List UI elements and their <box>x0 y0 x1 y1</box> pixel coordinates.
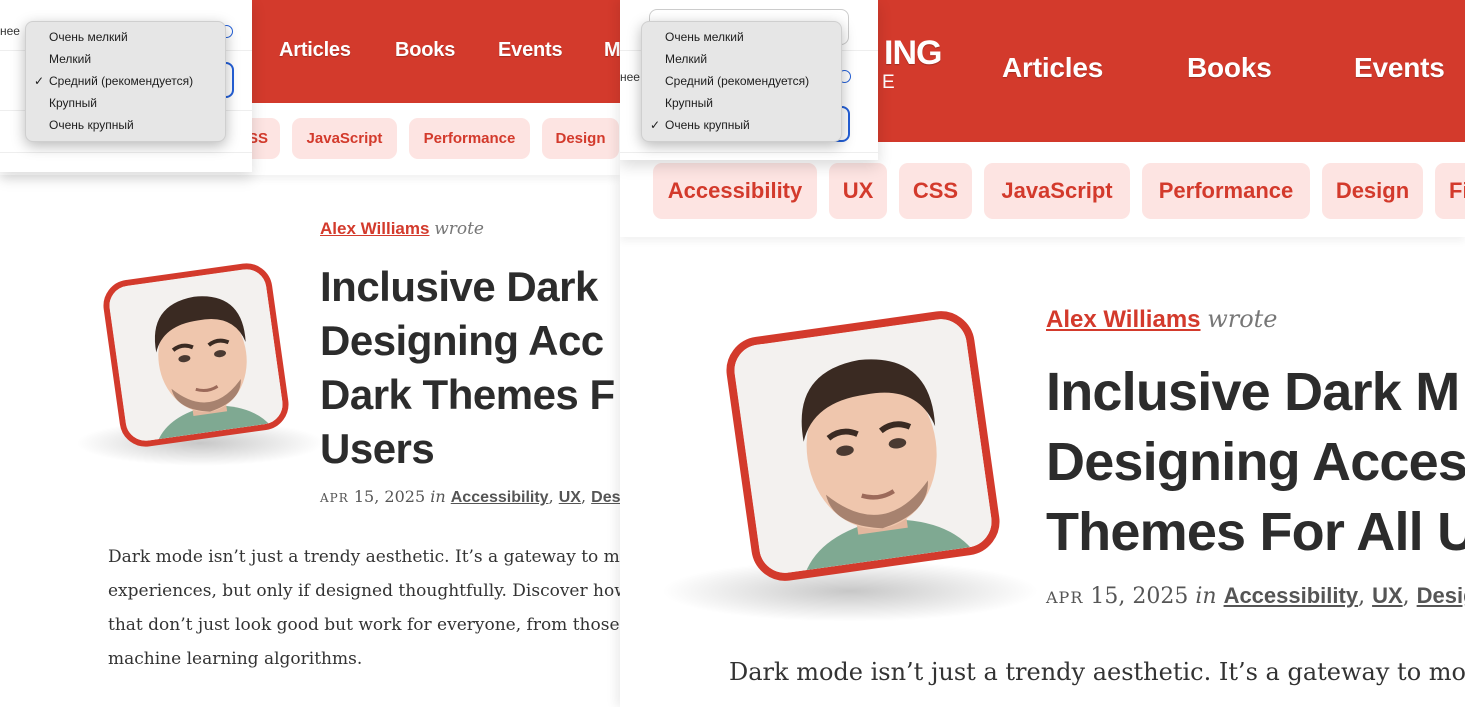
nav-books[interactable]: Books <box>395 39 455 62</box>
byline: Alex Williams wrote <box>320 219 484 239</box>
nav-more-partial[interactable]: M <box>604 39 620 62</box>
category-accessibility[interactable]: Accessibility <box>451 489 549 506</box>
font-size-option-large[interactable]: Крупный <box>642 92 841 114</box>
tag-css[interactable]: CSS <box>899 163 972 219</box>
article-meta: APR 15, 2025 in Accessibility, UX, Desig <box>1046 583 1465 609</box>
settings-label-partial: нее <box>0 24 20 38</box>
category-design[interactable]: Desi <box>591 489 620 506</box>
nav-articles[interactable]: Articles <box>1002 52 1103 84</box>
tag-performance[interactable]: Performance <box>409 118 530 159</box>
checkmark-icon: ✓ <box>34 74 45 88</box>
author-avatar[interactable] <box>722 306 1004 586</box>
font-size-dropdown-menu: Очень мелкий Мелкий ✓ Средний (рекомендуе… <box>25 21 226 142</box>
author-avatar[interactable] <box>100 259 292 451</box>
nav-books[interactable]: Books <box>1187 52 1272 84</box>
article-title[interactable]: Inclusive Dark Designing Acc Dark Themes… <box>320 260 615 476</box>
tag-javascript[interactable]: JavaScript <box>292 118 397 159</box>
tag-design[interactable]: Design <box>542 118 619 159</box>
wrote-label: wrote <box>434 219 484 239</box>
author-link[interactable]: Alex Williams <box>320 219 429 238</box>
font-size-option-xsmall[interactable]: Очень мелкий <box>26 26 225 48</box>
article-excerpt: Dark mode isn’t just a trendy aesthetic.… <box>729 658 1465 686</box>
checkmark-icon: ✓ <box>650 118 661 132</box>
category-accessibility[interactable]: Accessibility <box>1224 583 1359 608</box>
nav-events[interactable]: Events <box>498 39 563 62</box>
tag-ux[interactable]: UX <box>829 163 887 219</box>
nav-articles[interactable]: Articles <box>279 39 351 62</box>
left-page-view: Articles Books Events M SS JavaScript Pe… <box>0 0 620 707</box>
font-size-dropdown-menu: Очень мелкий Мелкий Средний (рекомендует… <box>641 21 842 142</box>
category-design[interactable]: Desig <box>1417 583 1465 608</box>
font-size-option-xlarge[interactable]: Очень крупный <box>26 114 225 136</box>
right-page-view: ING E Articles Books Events Accessibilit… <box>620 0 1465 707</box>
article-title[interactable]: Inclusive Dark M Designing Acces Themes … <box>1046 357 1465 567</box>
font-size-option-small[interactable]: Мелкий <box>642 48 841 70</box>
wrote-label: wrote <box>1207 305 1278 333</box>
logo-partial-subtitle: E <box>882 72 895 93</box>
person-portrait-icon <box>731 313 1004 586</box>
person-portrait-icon <box>106 265 292 451</box>
font-size-option-xsmall[interactable]: Очень мелкий <box>642 26 841 48</box>
logo-partial[interactable]: ING <box>884 34 942 73</box>
tag-javascript[interactable]: JavaScript <box>984 163 1130 219</box>
settings-label-partial: нее <box>620 70 640 84</box>
font-size-option-large[interactable]: Крупный <box>26 92 225 114</box>
tag-partial[interactable]: Fi <box>1435 163 1465 219</box>
font-size-option-xlarge[interactable]: ✓ Очень крупный <box>642 114 841 136</box>
nav-events[interactable]: Events <box>1354 52 1445 84</box>
font-size-option-medium[interactable]: ✓ Средний (рекомендуется) <box>26 70 225 92</box>
font-size-option-medium[interactable]: Средний (рекомендуется) <box>642 70 841 92</box>
article-meta: APR 15, 2025 in Accessibility, UX, Desi <box>320 487 620 507</box>
category-ux[interactable]: UX <box>1372 583 1403 608</box>
tag-design[interactable]: Design <box>1322 163 1423 219</box>
author-link[interactable]: Alex Williams <box>1046 306 1201 333</box>
article-excerpt: Dark mode isn’t just a trendy aesthetic.… <box>108 547 620 669</box>
category-ux[interactable]: UX <box>559 489 581 506</box>
font-size-option-small[interactable]: Мелкий <box>26 48 225 70</box>
byline: Alex Williams wrote <box>1046 305 1278 334</box>
tag-performance[interactable]: Performance <box>1142 163 1310 219</box>
tag-accessibility[interactable]: Accessibility <box>653 163 817 219</box>
